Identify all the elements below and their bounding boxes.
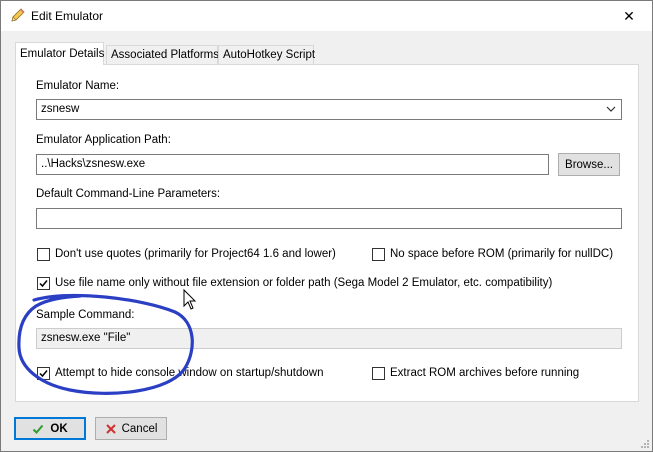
file-name-only-label: Use file name only without file extensio… [55, 277, 553, 289]
tab-associated-platforms[interactable]: Associated Platforms [106, 45, 220, 64]
sample-command-label: Sample Command: [36, 309, 135, 321]
tab-label: AutoHotkey Script [223, 49, 316, 61]
ok-button[interactable]: OK [14, 417, 86, 440]
pencil-icon [10, 7, 26, 23]
tab-autohotkey-script[interactable]: AutoHotkey Script [218, 45, 316, 64]
emulator-name-label: Emulator Name: [36, 80, 120, 92]
edit-emulator-dialog: Edit Emulator ✕ Emulator Details Associa… [0, 0, 653, 452]
tab-emulator-details[interactable]: Emulator Details [15, 42, 104, 65]
no-quotes-label: Don't use quotes (primarily for Project6… [55, 248, 336, 260]
emulator-name-dropdown[interactable]: zsnesw [36, 99, 622, 120]
tab-label: Emulator Details [20, 48, 105, 60]
ok-label: OK [50, 422, 68, 435]
no-space-label: No space before ROM (primarily for nullD… [390, 248, 614, 260]
app-path-input[interactable]: ..\Hacks\zsnesw.exe [36, 154, 549, 175]
emulator-details-panel: Emulator Name: zsnesw Emulator Applicati… [15, 64, 639, 402]
browse-button[interactable]: Browse... [558, 153, 620, 176]
extract-rom-checkbox[interactable] [372, 367, 385, 380]
extract-rom-label: Extract ROM archives before running [390, 367, 580, 379]
check-mark-icon [39, 370, 48, 378]
hide-console-label: Attempt to hide console window on startu… [55, 367, 324, 379]
title-bar[interactable]: Edit Emulator ✕ [1, 1, 652, 31]
cancel-button[interactable]: Cancel [95, 417, 167, 440]
check-mark-icon [39, 280, 48, 288]
sample-command-field: zsnesw.exe "File" [36, 328, 622, 349]
hide-console-checkbox[interactable] [37, 367, 50, 380]
tab-label: Associated Platforms [111, 49, 220, 61]
file-name-only-checkbox[interactable] [37, 277, 50, 290]
no-space-checkbox[interactable] [372, 248, 385, 261]
x-icon [105, 423, 116, 434]
params-label: Default Command-Line Parameters: [36, 188, 221, 200]
chevron-down-icon[interactable] [605, 103, 617, 115]
cancel-label: Cancel [121, 422, 158, 435]
close-icon: ✕ [623, 7, 635, 24]
close-button[interactable]: ✕ [606, 1, 652, 31]
app-path-value: ..\Hacks\zsnesw.exe [41, 158, 146, 170]
app-path-label: Emulator Application Path: [36, 134, 171, 146]
sample-command-value: zsnesw.exe "File" [41, 332, 131, 344]
browse-label: Browse... [565, 158, 613, 171]
checkmark-icon [33, 424, 44, 434]
params-input[interactable] [36, 208, 622, 229]
window-title: Edit Emulator [31, 9, 104, 23]
emulator-name-value: zsnesw [41, 103, 80, 115]
no-quotes-checkbox[interactable] [37, 248, 50, 261]
resize-grip-icon[interactable] [640, 439, 650, 449]
